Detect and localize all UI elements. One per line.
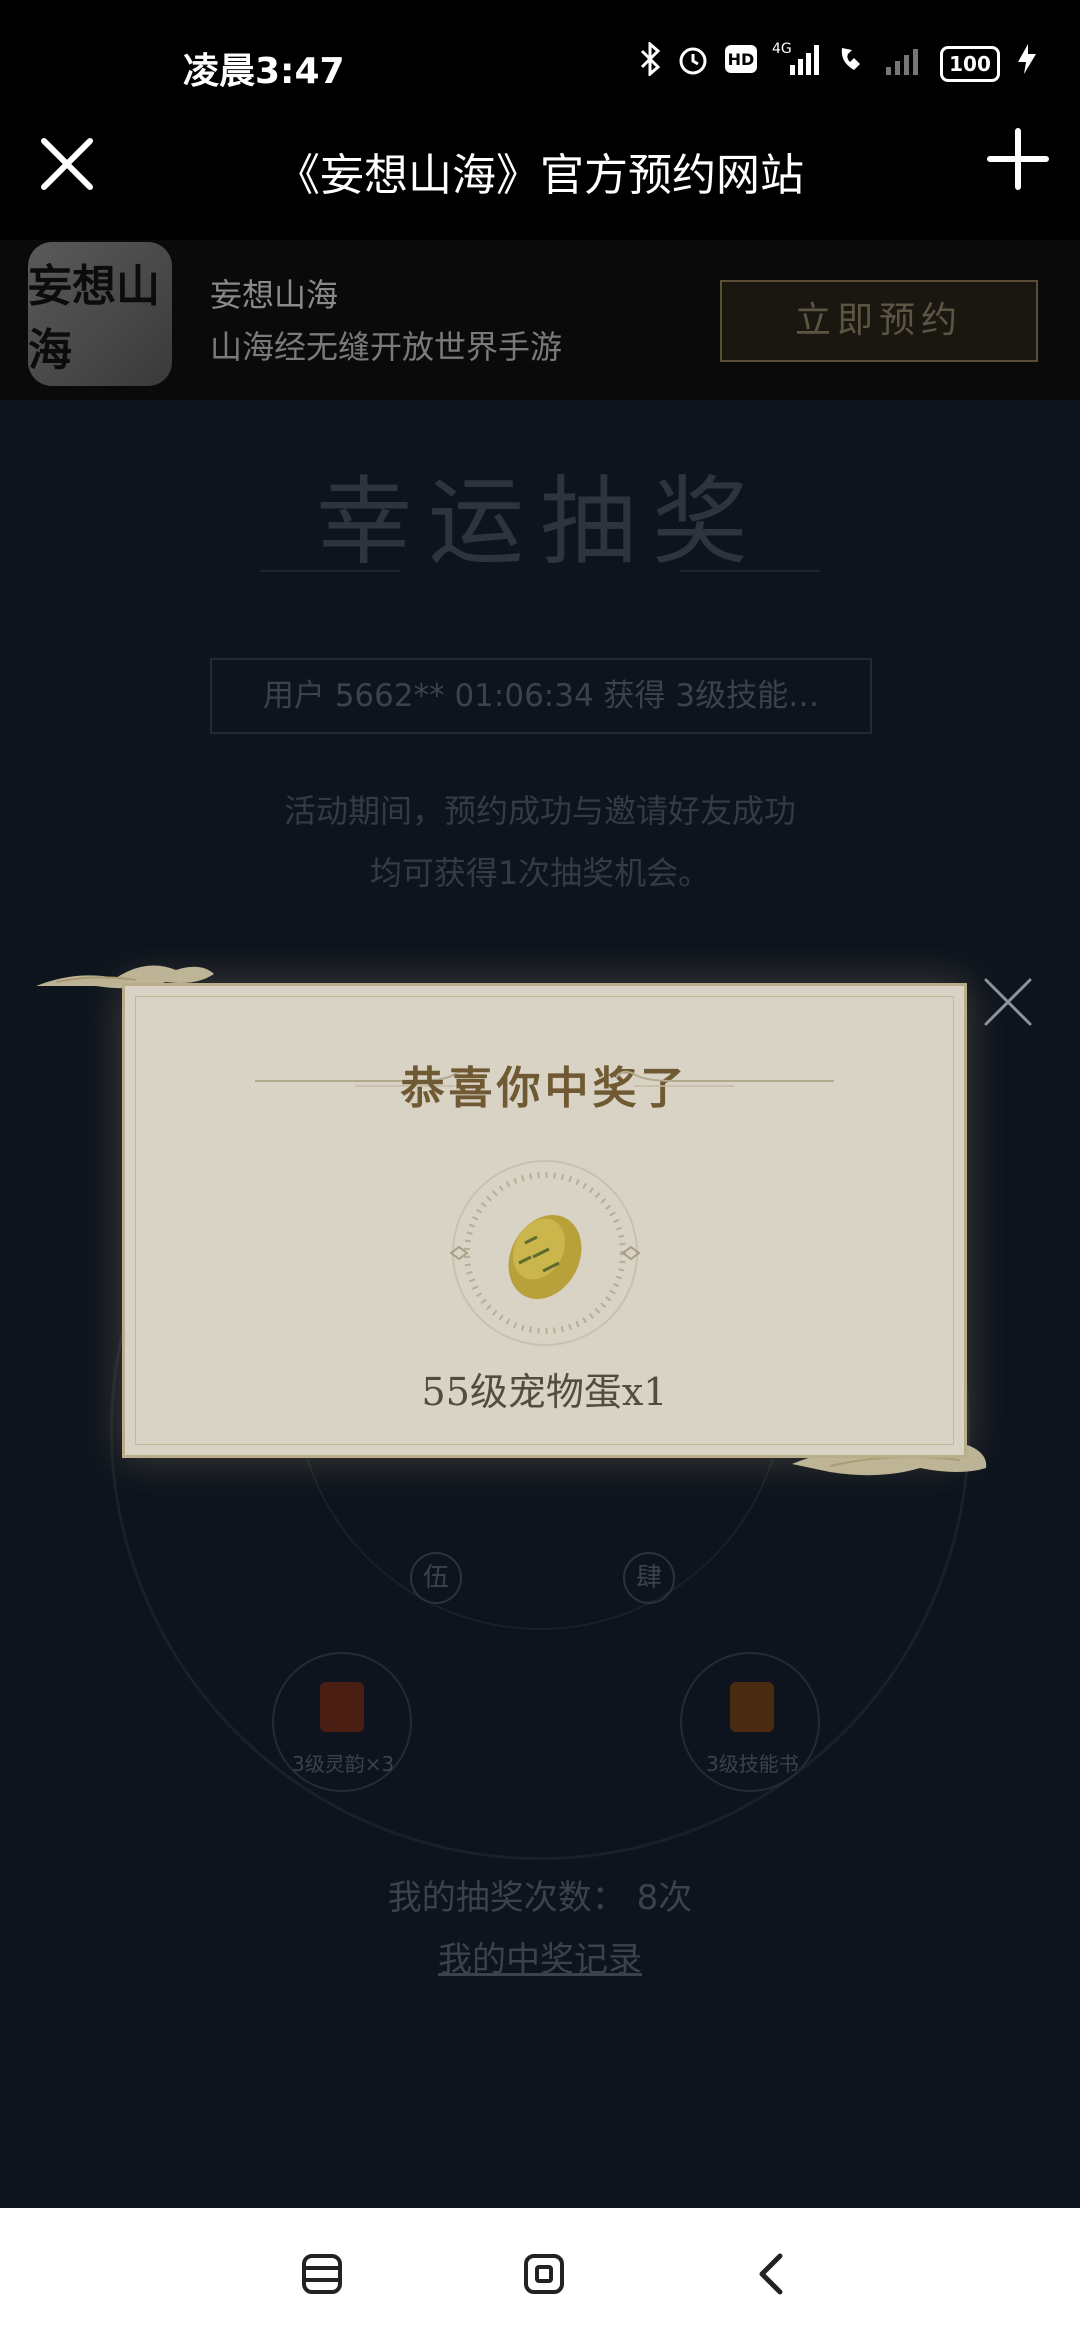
signal-4g-icon: 4G <box>772 39 822 90</box>
hd-icon: HD <box>724 44 758 85</box>
draw-count: 我的抽奖次数： 8次 <box>387 1878 693 1918</box>
signal-icon <box>884 41 926 88</box>
title-decoration-left <box>260 570 400 572</box>
svg-text:4G: 4G <box>772 41 792 57</box>
swirl-decoration-icon <box>255 1070 474 1087</box>
lottery-title: 幸运抽奖 <box>316 466 764 578</box>
prize-label: 3级灵韵×3 <box>292 1752 395 1776</box>
prize-modal: 恭喜你中奖了 55级宠物蛋x1 <box>122 983 967 1458</box>
prize-slot: 3级灵韵×3 <box>272 1652 412 1792</box>
modal-title: 恭喜你中奖了 <box>400 1063 689 1114</box>
back-icon[interactable] <box>748 2250 796 2298</box>
status-icons: HD 4G 100 <box>640 40 1040 88</box>
title-bar: 《妄想山海》官方预约网站 <box>0 125 1080 240</box>
app-icon[interactable]: 妄想山海 <box>28 242 172 386</box>
app-description: 山海经无缝开放世界手游 <box>210 328 563 366</box>
prize-name: 55级宠物蛋x1 <box>421 1370 668 1414</box>
rule-line: 活动期间，预约成功与邀请好友成功 <box>283 792 796 830</box>
swirl-decoration-icon <box>615 1070 834 1087</box>
home-icon[interactable] <box>520 2250 568 2298</box>
wheel-label: 伍 <box>410 1552 462 1604</box>
app-name: 妄想山海 <box>210 276 339 314</box>
title-decoration-right <box>680 570 820 572</box>
wheel-label: 肆 <box>623 1552 675 1604</box>
rule-text: 活动期间，预约成功与邀请好友成功 均可获得1次抽奖机会。 <box>0 780 1080 904</box>
app-banner: 妄想山海 妄想山海 山海经无缝开放世界手游 立即预约 <box>0 240 1080 400</box>
reserve-button[interactable]: 立即预约 <box>720 280 1038 362</box>
alarm-icon <box>676 42 710 87</box>
prize-slot: 3级技能书 <box>680 1652 820 1792</box>
winner-ticker: 用户 5662** 01:06:34 获得 3级技能… <box>210 658 872 734</box>
prize-label: 3级技能书 <box>706 1752 799 1776</box>
charging-icon <box>1014 42 1040 87</box>
skill-book-icon <box>730 1682 774 1732</box>
win-record-link[interactable]: 我的中奖记录 <box>0 1932 1080 1981</box>
svg-text:HD: HD <box>728 50 755 69</box>
spirit-stone-icon <box>320 1682 364 1732</box>
bluetooth-icon <box>640 40 662 87</box>
recent-apps-icon[interactable] <box>298 2250 346 2298</box>
modal-close-icon[interactable] <box>978 972 1038 1032</box>
plus-icon[interactable] <box>986 127 1050 191</box>
rule-line: 均可获得1次抽奖机会。 <box>369 854 711 892</box>
call-icon <box>836 42 870 87</box>
status-bar: 凌晨3:47 HD 4G 100 <box>0 0 1080 125</box>
pet-egg-icon <box>449 1160 641 1346</box>
system-nav-bar <box>0 2208 1080 2340</box>
battery-icon: 100 <box>940 46 1000 82</box>
status-time: 凌晨3:47 <box>183 51 345 92</box>
page-title: 《妄想山海》官方预约网站 <box>276 150 804 201</box>
